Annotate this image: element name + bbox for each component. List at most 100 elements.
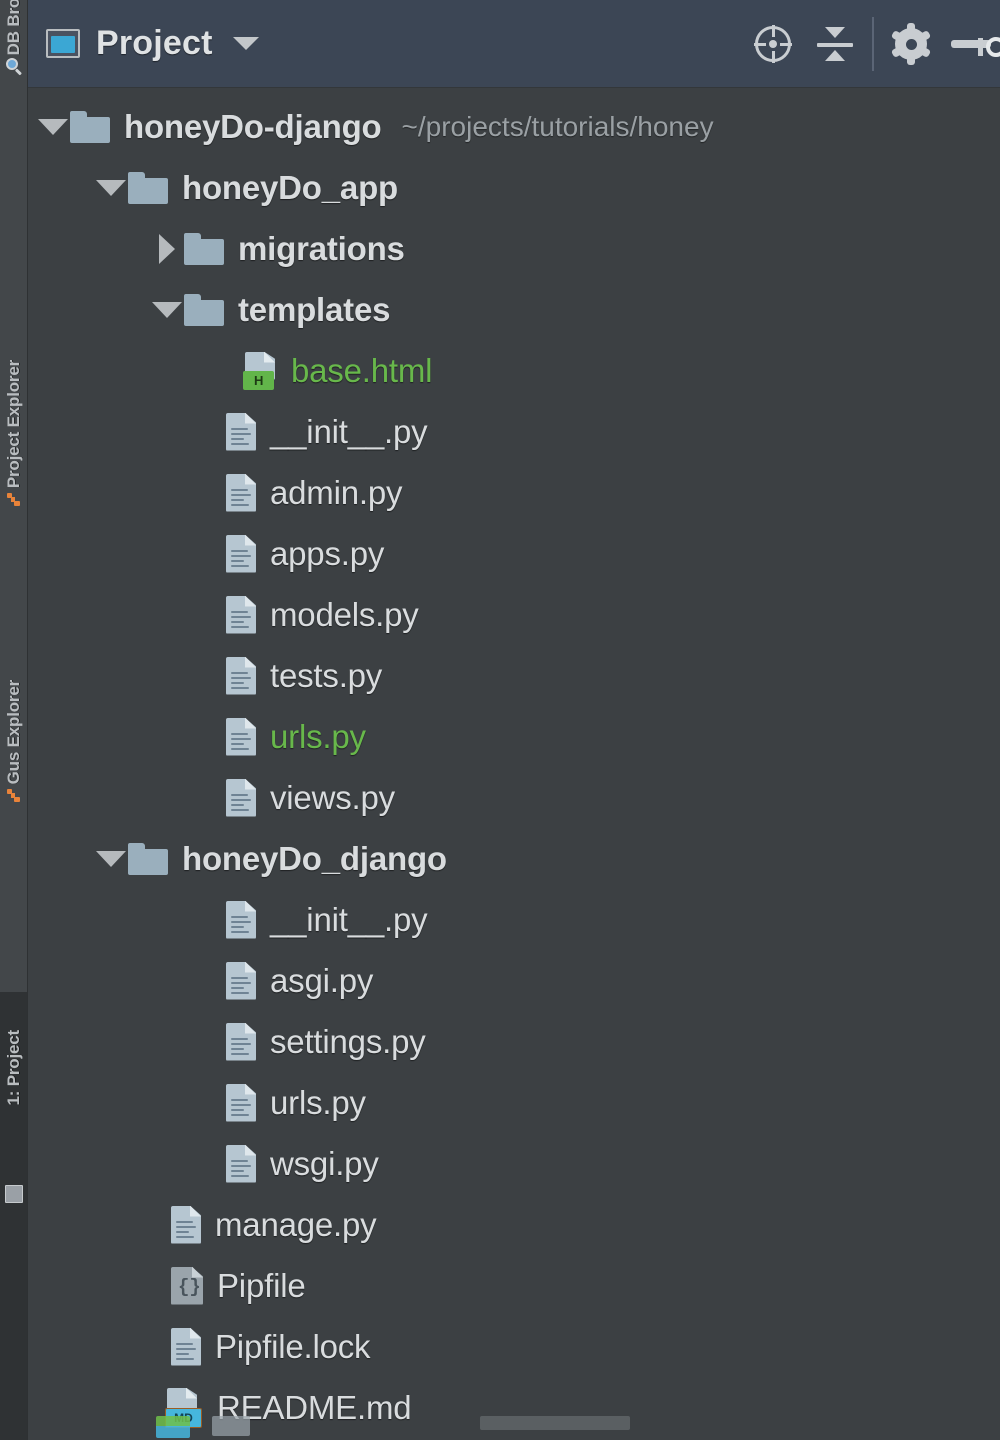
locate-button[interactable] <box>742 0 804 88</box>
html-badge-label: H <box>243 370 274 390</box>
tree-row[interactable]: views.py <box>28 767 1000 828</box>
tree-row[interactable]: asgi.py <box>28 950 1000 1011</box>
project-root-path: ~/projects/tutorials/honey <box>401 110 714 142</box>
folder-icon <box>128 171 168 204</box>
sidebar-tab-gus-explorer[interactable]: Gus Explorer <box>0 680 27 806</box>
gear-icon <box>890 23 932 65</box>
project-window-icon <box>46 29 80 58</box>
python-file-icon <box>226 778 256 817</box>
python-file-icon <box>226 595 256 634</box>
html-file-icon: H <box>243 351 277 390</box>
tree-row[interactable]: {} Pipfile <box>28 1255 1000 1316</box>
tree-item-label: urls.py <box>270 717 366 755</box>
expand-toggle[interactable] <box>94 157 128 218</box>
tree-row[interactable]: templates <box>28 279 1000 340</box>
pipfile-icon: {} <box>171 1266 203 1305</box>
tree-item-label: __init__.py <box>270 412 428 450</box>
tree-item-label: urls.py <box>270 1083 366 1121</box>
tree-row[interactable]: models.py <box>28 584 1000 645</box>
collapse-all-button[interactable] <box>804 0 866 88</box>
tree-item-label: migrations <box>238 229 405 267</box>
python-file-icon <box>171 1205 201 1244</box>
clipped-file-icon <box>156 1416 190 1438</box>
branch-icon <box>6 491 22 507</box>
tree-row[interactable]: wsgi.py <box>28 1133 1000 1194</box>
panel-title-group[interactable]: Project <box>46 24 259 63</box>
python-file-icon <box>226 717 256 756</box>
tree-item-label: wsgi.py <box>270 1144 379 1182</box>
python-file-icon <box>226 412 256 451</box>
sidebar-tab-db-browser[interactable]: DB Browser <box>0 0 27 78</box>
tool-window-side-strip: DB Browser Project Explorer Gus Explorer… <box>0 0 28 1440</box>
tree-row[interactable]: settings.py <box>28 1011 1000 1072</box>
tree-row[interactable]: Pipfile.lock <box>28 1316 1000 1377</box>
chevron-right-icon <box>159 233 175 264</box>
python-file-icon <box>226 656 256 695</box>
tree-row[interactable]: admin.py <box>28 462 1000 523</box>
tree-item-label: honeyDo-django <box>124 107 382 145</box>
chevron-down-icon <box>96 850 126 867</box>
tree-row[interactable]: manage.py <box>28 1194 1000 1255</box>
panel-header-actions <box>742 0 1000 88</box>
tree-item-label: manage.py <box>215 1205 377 1243</box>
sidebar-tab-gus-explorer-label: Gus Explorer <box>4 680 23 785</box>
sidebar-tab-project[interactable]: 1: Project <box>0 1030 27 1106</box>
expand-toggle[interactable] <box>94 828 128 889</box>
branch-icon-secondary <box>6 787 22 803</box>
tree-row[interactable]: H base.html <box>28 340 1000 401</box>
collapse-all-icon <box>815 24 855 64</box>
toolbar-divider <box>872 17 874 71</box>
python-file-icon <box>226 534 256 573</box>
folder-icon <box>184 293 224 326</box>
tree-item-label: Pipfile <box>217 1266 306 1304</box>
clipped-file-label <box>480 1416 630 1430</box>
project-file-tree: honeyDo-django ~/projects/tutorials/hone… <box>28 88 1000 1438</box>
project-tool-window: DB Browser Project Explorer Gus Explorer… <box>0 0 1000 1440</box>
python-file-icon <box>226 1144 256 1183</box>
tree-item-label: base.html <box>291 351 433 389</box>
tree-row-clipped[interactable] <box>28 1416 1000 1440</box>
python-file-icon <box>226 1022 256 1061</box>
tree-item-label: templates <box>238 290 391 328</box>
python-file-icon <box>226 473 256 512</box>
tree-row[interactable]: honeyDo_app <box>28 157 1000 218</box>
tree-row[interactable]: tests.py <box>28 645 1000 706</box>
sidebar-tab-project-explorer[interactable]: Project Explorer <box>0 360 27 510</box>
tree-row[interactable]: honeyDo-django ~/projects/tutorials/hone… <box>28 96 1000 157</box>
expand-toggle[interactable] <box>36 96 70 157</box>
tree-row[interactable]: apps.py <box>28 523 1000 584</box>
chevron-down-icon[interactable] <box>232 37 259 50</box>
locate-icon <box>753 24 793 64</box>
tree-row[interactable]: __init__.py <box>28 401 1000 462</box>
clipped-file-icon-2 <box>212 1416 250 1436</box>
tree-row[interactable]: migrations <box>28 218 1000 279</box>
tree-row[interactable]: __init__.py <box>28 889 1000 950</box>
tree-item-label: honeyDo_django <box>182 839 447 877</box>
tree-item-label: __init__.py <box>270 900 428 938</box>
tree-item-label: tests.py <box>270 656 383 694</box>
tree-row[interactable]: urls.py <box>28 1072 1000 1133</box>
tree-item-label: settings.py <box>270 1022 426 1060</box>
settings-button[interactable] <box>880 0 942 88</box>
sidebar-tab-project-label: 1: Project <box>4 1030 23 1106</box>
tree-item-label: asgi.py <box>270 961 374 999</box>
magnifier-icon <box>5 58 23 76</box>
folder-icon <box>128 842 168 875</box>
tree-item-label: apps.py <box>270 534 385 572</box>
panel-icon <box>5 1185 23 1203</box>
expand-toggle[interactable] <box>150 218 184 279</box>
folder-icon <box>184 232 224 265</box>
tree-item-label: models.py <box>270 595 419 633</box>
chevron-down-icon <box>96 179 126 196</box>
chevron-down-icon <box>152 301 182 318</box>
hide-window-icon-clipped[interactable] <box>978 34 1000 60</box>
python-file-icon <box>226 961 256 1000</box>
expand-toggle[interactable] <box>150 279 184 340</box>
project-panel: Project honeyDo-django ~/projects/tutori… <box>28 0 1000 1440</box>
python-file-icon <box>171 1327 201 1366</box>
python-file-icon <box>226 900 256 939</box>
tree-row[interactable]: urls.py <box>28 706 1000 767</box>
tree-item-label: Pipfile.lock <box>215 1327 371 1365</box>
tree-item-label: honeyDo_app <box>182 168 398 206</box>
tree-row[interactable]: honeyDo_django <box>28 828 1000 889</box>
